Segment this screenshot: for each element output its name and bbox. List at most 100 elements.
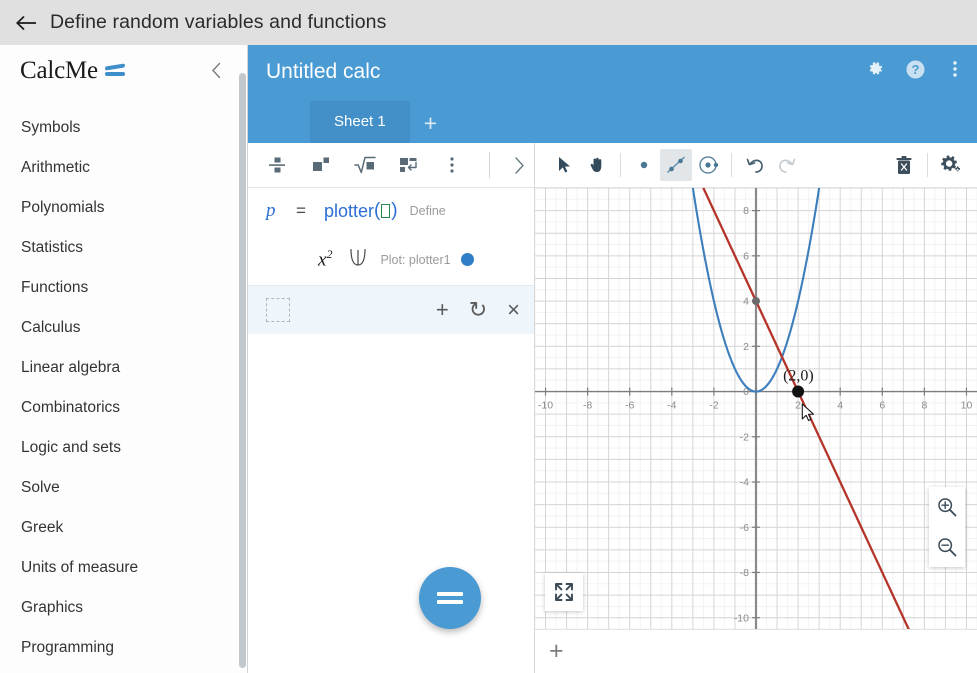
calc-row-definition[interactable]: p = plotter() Define: [248, 188, 534, 234]
app-header: Untitled calc ? Sheet 1 +: [248, 45, 977, 143]
sidebar-item-solve[interactable]: Solve: [0, 468, 247, 508]
svg-text:-6: -6: [740, 522, 749, 534]
close-paren: ): [391, 200, 398, 221]
undo-button[interactable]: [739, 149, 771, 181]
page-title: Define random variables and functions: [50, 11, 387, 33]
sidebar-item-label: Logic and sets: [21, 439, 121, 456]
sidebar-item-label: Graphics: [21, 599, 84, 616]
svg-text:2: 2: [743, 341, 749, 353]
sidebar-item-units-of-measure[interactable]: Units of measure: [0, 548, 247, 588]
help-icon[interactable]: ?: [903, 57, 927, 81]
fraction-icon[interactable]: [262, 150, 292, 180]
graph-pane: -10 -8 -6 -4 -2 2 4 6 8 10 8 6 4 2 0 -2 -4 -6 -8 -10 (2,0): [535, 143, 977, 673]
sidebar-item-polynomials[interactable]: Polynomials: [0, 188, 247, 228]
function-name: plotter: [323, 200, 374, 221]
graph-settings-button[interactable]: [935, 149, 967, 181]
sidebar-scrollbar[interactable]: [239, 73, 246, 668]
sidebar-item-calculus[interactable]: Calculus: [0, 308, 247, 348]
calc-row-active-input[interactable]: + ↻ ×: [248, 286, 534, 334]
calcme-logo-text: CalcMe: [20, 57, 98, 84]
zoom-in-icon[interactable]: [929, 487, 965, 527]
sidebar-item-label: Symbols: [21, 119, 81, 136]
add-sheet-button[interactable]: +: [410, 108, 451, 143]
power-icon[interactable]: [306, 150, 336, 180]
redo-button[interactable]: [771, 149, 803, 181]
chevron-left-icon[interactable]: [207, 61, 225, 79]
sidebar-item-label: Units of measure: [21, 559, 139, 576]
svg-text:-2: -2: [709, 400, 718, 412]
parabola-icon: [346, 246, 370, 273]
circle-tool[interactable]: [692, 149, 724, 181]
sidebar-item-linear-algebra[interactable]: Linear algebra: [0, 348, 247, 388]
line-tool[interactable]: [660, 149, 692, 181]
mouse-pointer-icon: [801, 403, 815, 422]
overflow-menu-icon[interactable]: [943, 57, 967, 81]
svg-text:8: 8: [921, 400, 927, 412]
svg-text:10: 10: [961, 400, 973, 412]
sidebar-item-label: Functions: [21, 279, 89, 296]
matrix-newline-icon[interactable]: [393, 150, 423, 180]
equals-icon: [437, 591, 463, 605]
add-plot-button[interactable]: +: [549, 639, 564, 664]
empty-input-slot[interactable]: [266, 298, 290, 322]
sidebar-item-label: Arithmetic: [21, 159, 90, 176]
calc-row-plot[interactable]: x2 Plot: plotter1: [248, 234, 534, 286]
svg-text:-4: -4: [740, 477, 749, 489]
square-root-icon[interactable]: [350, 150, 380, 180]
sidebar-item-label: Polynomials: [21, 199, 105, 216]
sidebar-item-label: Combinatorics: [21, 399, 121, 416]
sidebar-item-label: Greek: [21, 519, 64, 536]
graph-plot[interactable]: -10 -8 -6 -4 -2 2 4 6 8 1086420-2-4-6-8-10(2,0): [535, 188, 977, 629]
argument-placeholder-box[interactable]: [381, 204, 391, 218]
svg-text:8: 8: [743, 205, 749, 217]
refresh-button[interactable]: ↻: [469, 299, 487, 321]
sidebar-item-functions[interactable]: Functions: [0, 268, 247, 308]
arrow-left-icon[interactable]: [14, 10, 40, 36]
more-options-icon[interactable]: [437, 150, 467, 180]
workspace-panes: p = plotter() Define x2 Plot: plotter1 +…: [248, 143, 977, 673]
left-sidebar: CalcMe Symbols Arithmetic Polynomials St…: [0, 45, 248, 673]
toolbar-divider: [927, 153, 928, 177]
point-tool[interactable]: [628, 149, 660, 181]
sidebar-item-programming[interactable]: Programming: [0, 628, 247, 668]
svg-text:-6: -6: [625, 400, 634, 412]
expand-toolbar-icon[interactable]: [504, 150, 534, 180]
toolbar-divider: [731, 153, 732, 177]
zoom-out-icon[interactable]: [929, 527, 965, 567]
add-row-button[interactable]: +: [436, 299, 449, 321]
sidebar-item-graphics[interactable]: Graphics: [0, 588, 247, 628]
plot-color-dot[interactable]: [460, 253, 474, 266]
sidebar-item-statistics[interactable]: Statistics: [0, 228, 247, 268]
plot-label: Plot: plotter1: [380, 252, 451, 267]
svg-text:4: 4: [837, 400, 843, 412]
sidebar-item-logic-and-sets[interactable]: Logic and sets: [0, 428, 247, 468]
expand-arrows-icon[interactable]: [545, 573, 583, 611]
variable-name: p: [266, 200, 276, 221]
row-actions: + ↻ ×: [436, 299, 520, 321]
svg-text:-10: -10: [734, 612, 749, 624]
graph-canvas[interactable]: -10 -8 -6 -4 -2 2 4 6 8 10 8 6 4 2 0 -2 -4 -6 -8 -10 (2,0): [535, 188, 977, 629]
expression-x-squared: x2: [318, 247, 333, 271]
equals-sign: =: [296, 201, 306, 220]
sidebar-item-arithmetic[interactable]: Arithmetic: [0, 148, 247, 188]
tab-sheet-1[interactable]: Sheet 1: [310, 101, 410, 143]
sidebar-item-symbols[interactable]: Symbols: [0, 108, 247, 148]
clear-graph-button[interactable]: [888, 149, 920, 181]
sheet-tabs: Sheet 1 +: [310, 101, 451, 143]
svg-text:-8: -8: [740, 567, 749, 579]
sidebar-item-label: Solve: [21, 479, 60, 496]
svg-text:6: 6: [743, 250, 749, 262]
sidebar-item-label: Statistics: [21, 239, 84, 256]
gear-icon[interactable]: [863, 57, 887, 81]
sidebar-item-label: Programming: [21, 639, 115, 656]
sidebar-item-combinatorics[interactable]: Combinatorics: [0, 388, 247, 428]
equals-fab[interactable]: [419, 567, 481, 629]
sidebar-item-greek[interactable]: Greek: [0, 508, 247, 548]
pan-tool[interactable]: [581, 149, 613, 181]
delete-row-button[interactable]: ×: [507, 299, 520, 321]
toolbar-divider: [620, 153, 621, 177]
select-tool[interactable]: [549, 149, 581, 181]
svg-text:?: ?: [911, 62, 919, 77]
define-badge: Define: [409, 204, 446, 218]
document-title[interactable]: Untitled calc: [266, 60, 380, 84]
